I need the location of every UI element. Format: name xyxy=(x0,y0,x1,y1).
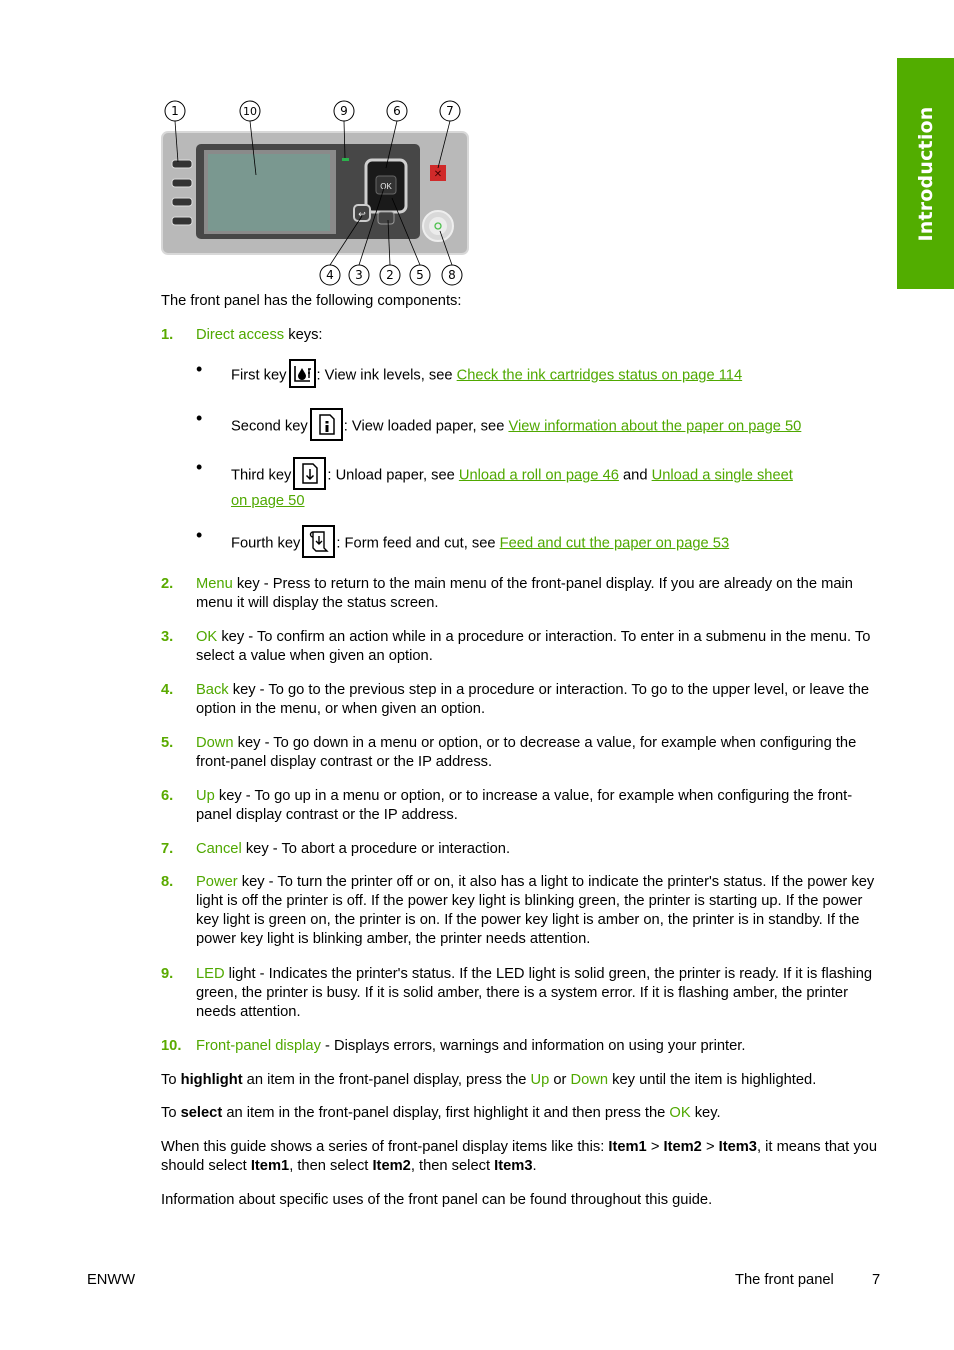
link-ink-cartridges[interactable]: Check the ink cartridges status on page … xyxy=(457,367,743,383)
led-light xyxy=(342,158,349,161)
intro-text: The front panel has the following compon… xyxy=(161,293,462,309)
direct-key-2 xyxy=(171,178,193,188)
svg-text:↩: ↩ xyxy=(358,210,366,220)
item-term: Up xyxy=(196,788,215,804)
link-unload-sheet-page[interactable]: on page 50 xyxy=(231,493,305,509)
callouts-bottom: 4 3 2 5 8 xyxy=(319,264,463,286)
svg-text:✕: ✕ xyxy=(434,169,442,180)
direct-key-4 xyxy=(171,216,193,226)
item-term: Menu xyxy=(196,576,233,592)
item-number: 1. xyxy=(161,327,174,343)
select-paragraph: To select an item in the front-panel dis… xyxy=(161,1105,721,1121)
footer-left: ENWW xyxy=(87,1272,136,1288)
callout-10: 10 xyxy=(243,105,257,118)
link-unload-roll[interactable]: Unload a roll on page 46 xyxy=(459,467,619,483)
item-term: OK xyxy=(196,629,218,645)
paper-info-icon xyxy=(309,408,343,441)
item-term: Power xyxy=(196,874,238,890)
callout-2: 2 xyxy=(386,268,394,282)
page-number: 7 xyxy=(872,1272,881,1288)
footer-section: The front panel xyxy=(735,1272,834,1288)
callout-8: 8 xyxy=(448,268,456,282)
ink-level-icon xyxy=(288,359,316,388)
callout-7: 7 xyxy=(446,104,454,118)
item-term: Back xyxy=(196,682,229,698)
display-screen xyxy=(208,154,330,231)
section-tab-label: Introduction xyxy=(914,105,937,242)
callout-6: 6 xyxy=(393,104,401,118)
final-paragraph: Information about specific uses of the f… xyxy=(161,1192,713,1208)
front-panel-figure: OK ↩ ✕ 1 10 9 6 7 4 3 2 5 8 xyxy=(160,98,472,288)
direct-key-1 xyxy=(171,159,193,169)
callout-9: 9 xyxy=(340,104,348,118)
item-term: Down xyxy=(196,735,234,751)
form-feed-cut-icon xyxy=(302,525,336,558)
callout-3: 3 xyxy=(355,268,363,282)
callout-1: 1 xyxy=(171,104,179,118)
link-feed-cut[interactable]: Feed and cut the paper on page 53 xyxy=(500,535,729,551)
item-term: Direct access xyxy=(196,327,285,343)
menu-key xyxy=(377,211,395,225)
item-term: Cancel xyxy=(196,841,242,857)
callout-5: 5 xyxy=(416,268,424,282)
series-paragraph: When this guide shows a series of front-… xyxy=(161,1139,877,1174)
direct-key-3 xyxy=(171,197,193,207)
section-tab: Introduction xyxy=(897,58,954,289)
item-term: LED xyxy=(196,966,225,982)
link-paper-info[interactable]: View information about the paper on page… xyxy=(508,418,801,434)
callout-4: 4 xyxy=(326,268,334,282)
highlight-paragraph: To highlight an item in the front-panel … xyxy=(161,1072,817,1088)
svg-text:OK: OK xyxy=(380,182,392,191)
link-unload-sheet[interactable]: Unload a single sheet xyxy=(652,467,793,483)
callouts-top: 1 10 9 6 7 xyxy=(164,100,461,122)
unload-paper-icon xyxy=(293,457,327,490)
item-term: Front-panel display xyxy=(196,1038,321,1054)
